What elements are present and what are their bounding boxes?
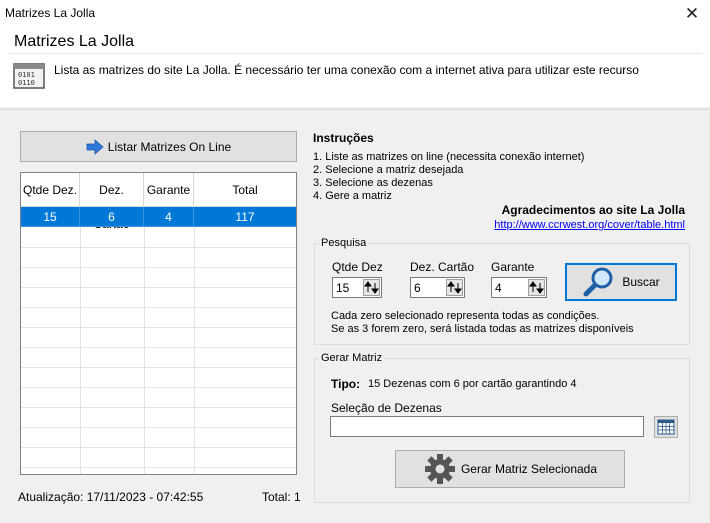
- cell-total: 117: [194, 207, 296, 227]
- title-bar: Matrizes La Jolla ✕: [0, 0, 710, 28]
- page-title: Matrizes La Jolla: [14, 33, 135, 50]
- svg-text:0110: 0110: [18, 79, 35, 87]
- magnifier-icon: [583, 267, 613, 297]
- window-title: Matrizes La Jolla: [5, 6, 96, 20]
- spin-arrows-icon[interactable]: [363, 279, 380, 296]
- header: Matrizes La Jolla 0101 0110 Lista as mat…: [0, 28, 710, 110]
- table-row[interactable]: 15 6 4 117: [21, 207, 296, 227]
- qtde-value: 15: [336, 281, 350, 295]
- instructions-title: Instruções: [313, 131, 374, 145]
- cell-garante: 4: [144, 207, 194, 227]
- instruction-step-1: 1. Liste as matrizes on line (necessita …: [313, 151, 585, 163]
- search-note-1: Cada zero selecionado representa todas a…: [331, 310, 600, 322]
- column-header-qtde[interactable]: Qtde Dez.: [21, 173, 80, 207]
- cell-qtde: 15: [21, 207, 80, 227]
- search-button-label: Buscar: [622, 275, 660, 289]
- garante-stepper[interactable]: 4: [491, 277, 547, 298]
- svg-text:0101: 0101: [18, 71, 35, 79]
- close-icon[interactable]: ✕: [680, 2, 704, 26]
- arrow-right-icon: [86, 138, 104, 155]
- instruction-step-4: 4. Gere a matriz: [313, 190, 392, 202]
- lajolla-link[interactable]: http://www.ccrwest.org/cover/table.html: [494, 219, 685, 231]
- instruction-step-3: 3. Selecione as dezenas: [313, 177, 433, 189]
- table-grid-icon: [657, 419, 675, 435]
- column-header-dez[interactable]: Dez. Cartão: [80, 173, 144, 231]
- matrix-table[interactable]: Qtde Dez. Dez. Cartão Garante Total 15 6…: [20, 172, 297, 475]
- generate-matrix-label: Gerar Matriz Selecionada: [460, 462, 598, 476]
- type-label: Tipo:: [331, 377, 361, 391]
- column-header-garante[interactable]: Garante: [144, 173, 194, 207]
- qtde-label: Qtde Dez: [332, 260, 383, 274]
- cell-dez: 6: [80, 207, 144, 227]
- generate-matrix-button[interactable]: Gerar Matriz Selecionada: [395, 450, 625, 488]
- qtde-stepper[interactable]: 15: [332, 277, 382, 298]
- update-timestamp: Atualização: 17/11/2023 - 07:42:55: [18, 490, 204, 504]
- instruction-step-2: 2. Selecione a matriz desejada: [313, 164, 464, 176]
- thanks-text: Agradecimentos ao site La Jolla: [501, 203, 685, 217]
- header-divider: [8, 53, 702, 54]
- dez-value: 6: [414, 281, 421, 295]
- total-count: Total: 1: [262, 490, 301, 504]
- type-value: 15 Dezenas com 6 por cartão garantindo 4: [368, 378, 577, 390]
- garante-label: Garante: [491, 260, 535, 274]
- header-description: Lista as matrizes do site La Jolla. É ne…: [54, 63, 639, 77]
- dez-label: Dez. Cartão: [410, 260, 475, 274]
- dez-stepper[interactable]: 6: [410, 277, 465, 298]
- search-group-legend: Pesquisa: [321, 237, 367, 249]
- selection-input[interactable]: [330, 416, 644, 437]
- binary-data-icon: 0101 0110: [13, 63, 45, 89]
- search-button[interactable]: Buscar: [565, 263, 677, 301]
- spin-arrows-icon[interactable]: [446, 279, 463, 296]
- column-header-total[interactable]: Total: [194, 173, 296, 207]
- search-note-2: Se as 3 forem zero, será listada todas a…: [331, 323, 634, 335]
- selection-label: Seleção de Dezenas: [331, 401, 442, 415]
- list-online-button[interactable]: Listar Matrizes On Line: [20, 131, 297, 162]
- gear-icon: [424, 454, 455, 484]
- table-grid-button[interactable]: [654, 416, 678, 438]
- main-panel: Listar Matrizes On Line Qtde Dez. Dez. C…: [0, 110, 710, 523]
- empty-grid-lines: [21, 227, 296, 474]
- spin-arrows-icon[interactable]: [528, 279, 545, 296]
- table-header: Qtde Dez. Dez. Cartão Garante Total: [21, 173, 296, 231]
- list-online-label: Listar Matrizes On Line: [107, 139, 232, 154]
- garante-value: 4: [495, 281, 502, 295]
- generate-group-legend: Gerar Matriz: [321, 352, 383, 364]
